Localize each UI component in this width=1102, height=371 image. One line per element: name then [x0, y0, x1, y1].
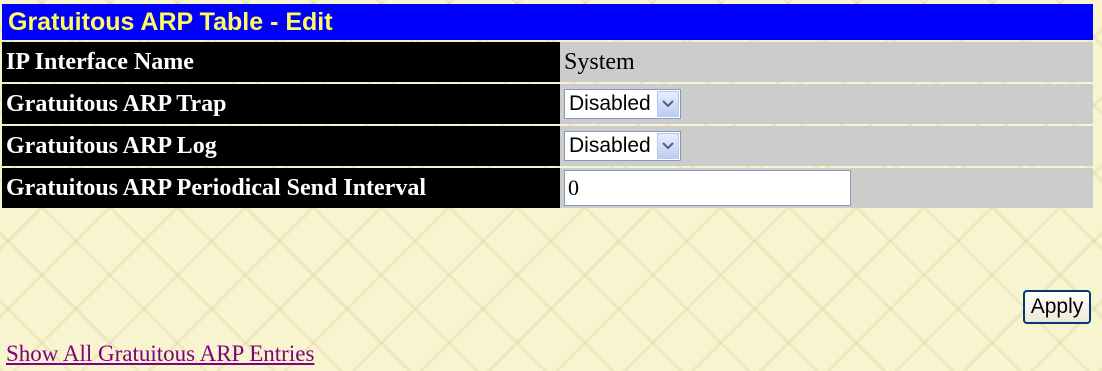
ip-interface-name-label: IP Interface Name: [2, 42, 560, 82]
row-arp-log: Gratuitous ARP Log Disabled: [2, 126, 1093, 166]
periodical-send-interval-label: Gratuitous ARP Periodical Send Interval: [2, 168, 560, 208]
row-ip-interface-name: IP Interface Name System: [2, 42, 1093, 82]
arp-trap-value-cell: Disabled: [560, 84, 1093, 124]
row-arp-trap: Gratuitous ARP Trap Disabled: [2, 84, 1093, 124]
arp-trap-select-value: Disabled: [569, 92, 651, 115]
arp-trap-select[interactable]: Disabled: [564, 89, 681, 119]
ip-interface-name-value: System: [564, 48, 635, 75]
row-periodical-send-interval: Gratuitous ARP Periodical Send Interval …: [2, 168, 1093, 208]
arp-log-label: Gratuitous ARP Log: [2, 126, 560, 166]
periodical-send-interval-value-cell: 0: [560, 168, 1093, 208]
chevron-down-icon[interactable]: [656, 91, 679, 117]
arp-log-value-cell: Disabled: [560, 126, 1093, 166]
gratuitous-arp-edit-page: Gratuitous ARP Table - Edit IP Interface…: [0, 0, 1102, 371]
apply-button[interactable]: Apply: [1023, 290, 1091, 324]
periodical-send-interval-input[interactable]: 0: [564, 170, 851, 206]
chevron-down-icon[interactable]: [656, 133, 679, 159]
page-title: Gratuitous ARP Table - Edit: [2, 4, 1093, 40]
show-all-gratuitous-arp-entries-link[interactable]: Show All Gratuitous ARP Entries: [6, 341, 314, 367]
arp-log-select[interactable]: Disabled: [564, 131, 681, 161]
arp-log-select-value: Disabled: [569, 134, 651, 157]
ip-interface-name-value-cell: System: [560, 42, 1093, 82]
arp-trap-label: Gratuitous ARP Trap: [2, 84, 560, 124]
